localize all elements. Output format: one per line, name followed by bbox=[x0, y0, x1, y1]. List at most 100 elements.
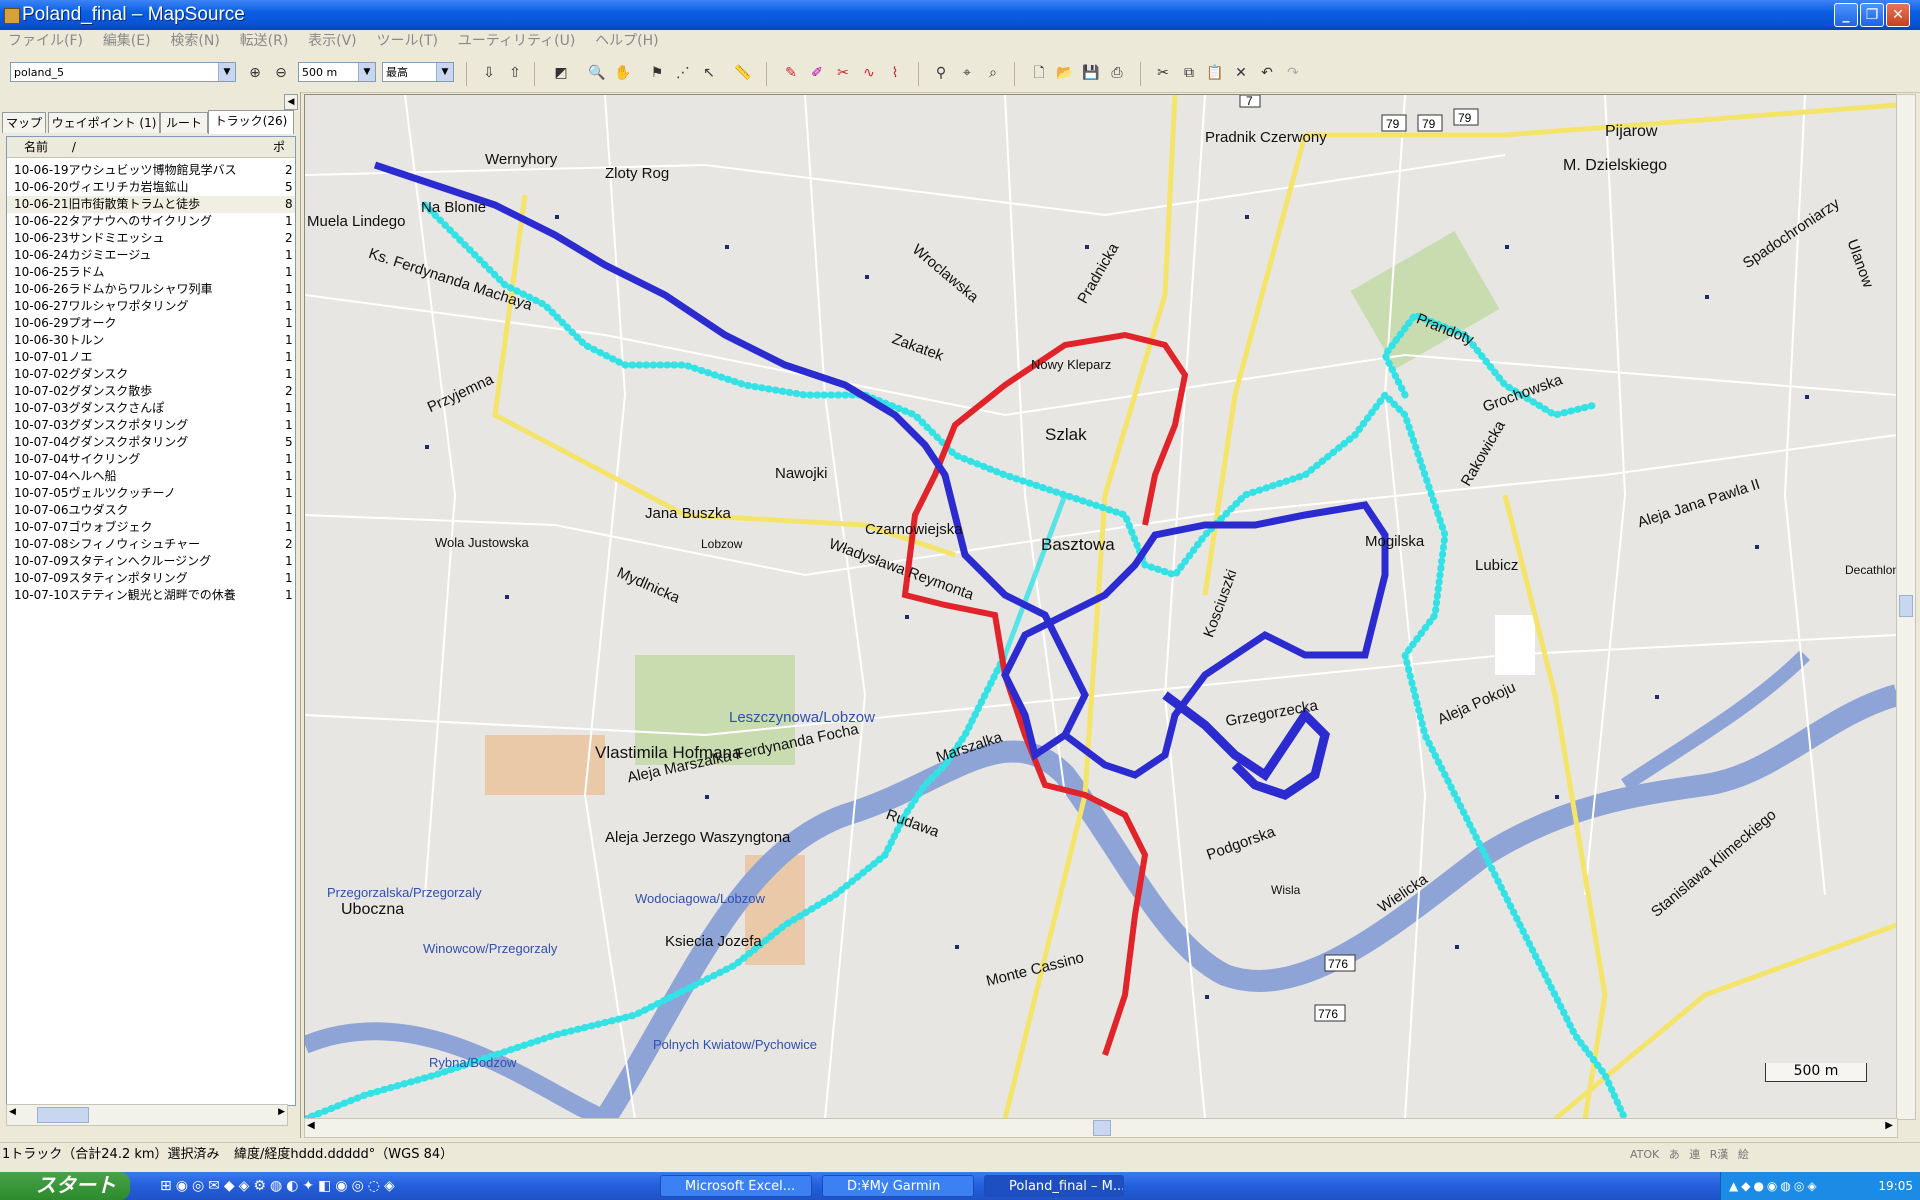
track-list-item[interactable]: 10-06-19アウシュビッツ博物館見学バス 2 bbox=[7, 162, 295, 179]
track-list-item[interactable]: 10-07-09スタティンへクルージング 1 bbox=[7, 553, 295, 570]
find-nearby-icon[interactable]: ⌕ bbox=[984, 64, 1002, 82]
maximize-button[interactable]: ❐ bbox=[1860, 3, 1884, 27]
open-file-icon[interactable]: 📂 bbox=[1056, 64, 1074, 82]
track-erase-icon[interactable]: ✐ bbox=[808, 64, 826, 82]
scroll-thumb[interactable] bbox=[1093, 1120, 1111, 1136]
tab-maps[interactable]: マップ bbox=[2, 112, 46, 133]
send-to-device-icon[interactable]: ⇧ bbox=[506, 64, 524, 82]
track-list-item[interactable]: 10-06-29プオーク 1 bbox=[7, 315, 295, 332]
track-list-item[interactable]: 10-06-23サンドミエッシュ 2 bbox=[7, 230, 295, 247]
track-list-item[interactable]: 10-07-06ユウダスク 1 bbox=[7, 502, 295, 519]
track-list-item[interactable]: 10-07-10ステティン観光と湖畔での休養 1 bbox=[7, 587, 295, 604]
taskbar-mapsource[interactable]: Poland_final – M... bbox=[984, 1175, 1124, 1197]
list-horizontal-scrollbar[interactable]: ◀ ▶ bbox=[6, 1104, 288, 1126]
scroll-left-icon[interactable]: ◀ bbox=[307, 1120, 315, 1131]
track-list-item[interactable]: 10-06-21旧市街散策トラムと徒歩 8 bbox=[7, 196, 295, 213]
minimize-button[interactable]: _ bbox=[1834, 3, 1858, 27]
tab-routes[interactable]: ルート bbox=[160, 112, 208, 133]
track-join-icon[interactable]: ∿ bbox=[860, 64, 878, 82]
menu-file[interactable]: ファイル(F) bbox=[8, 30, 83, 52]
tray-icons[interactable]: ▲◆●◉◍◎◈ bbox=[1729, 1179, 1820, 1193]
close-button[interactable]: ✕ bbox=[1886, 3, 1910, 27]
receive-from-device-icon[interactable]: ⇩ bbox=[480, 64, 498, 82]
menu-edit[interactable]: 編集(E) bbox=[103, 30, 151, 52]
track-list-item[interactable]: 10-07-09スタティンポタリング 1 bbox=[7, 570, 295, 587]
menu-view[interactable]: 表示(V) bbox=[308, 30, 357, 52]
new-file-icon[interactable]: 🗋 bbox=[1030, 64, 1048, 82]
track-list-item[interactable]: 10-07-08シフィノウィシュチャー 2 bbox=[7, 536, 295, 553]
track-list-item[interactable]: 10-06-22タアナウへのサイクリング 1 bbox=[7, 213, 295, 230]
track-blue[interactable] bbox=[373, 161, 1389, 779]
zoom-out-icon[interactable]: ⊖ bbox=[272, 64, 290, 82]
find-places-icon[interactable]: ⌖ bbox=[958, 64, 976, 82]
detail-select[interactable]: 最高 ▼ bbox=[382, 62, 454, 82]
start-button[interactable]: スタート bbox=[0, 1172, 130, 1200]
track-list-item[interactable]: 10-07-07ゴウォブジェク 1 bbox=[7, 519, 295, 536]
mapsource-app-icon[interactable] bbox=[4, 8, 20, 24]
undo-icon[interactable]: ↶ bbox=[1258, 64, 1276, 82]
route-tool-icon[interactable]: ⋰ bbox=[674, 64, 692, 82]
track-list-item[interactable]: 10-06-26ラドムからワルシャワ列車 1 bbox=[7, 281, 295, 298]
hand-tool-icon[interactable]: ✋ bbox=[614, 64, 632, 82]
ime-roman[interactable]: R漢 bbox=[1710, 1148, 1729, 1161]
menu-tools[interactable]: ツール(T) bbox=[376, 30, 437, 52]
print-icon[interactable]: ⎙ bbox=[1108, 64, 1126, 82]
find-icon[interactable]: ⚲ bbox=[932, 64, 950, 82]
map-tool-icon[interactable]: ◩ bbox=[552, 64, 570, 82]
menu-search[interactable]: 検索(N) bbox=[170, 30, 219, 52]
ime-atok[interactable]: ATOK bbox=[1630, 1148, 1659, 1161]
product-select[interactable]: poland_5 ▼ bbox=[10, 62, 236, 82]
distance-tool-icon[interactable]: 📏 bbox=[734, 64, 752, 82]
track-list-item[interactable]: 10-07-03グダンスクポタリング 1 bbox=[7, 417, 295, 434]
paste-icon[interactable]: 📋 bbox=[1206, 64, 1224, 82]
track-split-icon[interactable]: ✂ bbox=[834, 64, 852, 82]
track-list-item[interactable]: 10-07-04サイクリング 1 bbox=[7, 451, 295, 468]
scale-select[interactable]: 500 m ▼ bbox=[298, 62, 376, 82]
scroll-left-icon[interactable]: ◀ bbox=[9, 1107, 16, 1117]
chevron-down-icon[interactable]: ▼ bbox=[436, 63, 453, 81]
scroll-thumb[interactable] bbox=[37, 1107, 89, 1123]
track-list-item[interactable]: 10-07-01ノエ 1 bbox=[7, 349, 295, 366]
cut-icon[interactable]: ✂ bbox=[1154, 64, 1172, 82]
delete-icon[interactable]: ✕ bbox=[1232, 64, 1250, 82]
track-list-item[interactable]: 10-06-20ヴィエリチカ岩塩鉱山 5 bbox=[7, 179, 295, 196]
waypoint-tool-icon[interactable]: ⚑ bbox=[648, 64, 666, 82]
track-filter-icon[interactable]: ⌇ bbox=[886, 64, 904, 82]
chevron-down-icon[interactable]: ▼ bbox=[358, 63, 375, 81]
scroll-right-icon[interactable]: ▶ bbox=[1885, 1120, 1893, 1131]
taskbar-excel[interactable]: Microsoft Excel... bbox=[660, 1175, 812, 1197]
menu-utilities[interactable]: ユーティリティ(U) bbox=[458, 30, 576, 52]
scroll-right-icon[interactable]: ▶ bbox=[278, 1107, 285, 1117]
track-list-item[interactable]: 10-06-25ラドム 1 bbox=[7, 264, 295, 281]
save-icon[interactable]: 💾 bbox=[1082, 64, 1100, 82]
quick-launch-icons[interactable]: ⊞◉◎✉◆◈⚙◍◐✦◧◉◎◌◈ bbox=[160, 1178, 399, 1194]
track-list-item[interactable]: 10-06-24カジミエージュ 1 bbox=[7, 247, 295, 264]
ime-mode[interactable]: あ bbox=[1669, 1148, 1680, 1161]
track-list-item[interactable]: 10-07-04グダンスクポタリング 5 bbox=[7, 434, 295, 451]
track-list-item[interactable]: 10-07-04ヘルへ船 1 bbox=[7, 468, 295, 485]
menu-help[interactable]: ヘルプ(H) bbox=[595, 30, 658, 52]
ime-emoji[interactable]: 絵 bbox=[1738, 1148, 1749, 1161]
track-list-item[interactable]: 10-07-02グダンスク散歩 2 bbox=[7, 383, 295, 400]
column-header-name[interactable]: 名前 bbox=[24, 140, 48, 154]
collapse-panel-icon[interactable]: ◀ bbox=[284, 94, 298, 110]
redo-icon[interactable]: ↷ bbox=[1284, 64, 1302, 82]
track-list-item[interactable]: 10-06-27ワルシャワポタリング 1 bbox=[7, 298, 295, 315]
map-view[interactable]: 79 79 79 7 776 776 Wernyhory Zloty Rog N… bbox=[304, 94, 1898, 1120]
menu-transfer[interactable]: 転送(R) bbox=[240, 30, 289, 52]
track-list-item[interactable]: 10-07-05ヴェルツクッチーノ 1 bbox=[7, 485, 295, 502]
tab-tracks[interactable]: トラック(26) bbox=[208, 110, 294, 134]
map-vertical-scrollbar[interactable] bbox=[1896, 94, 1916, 1120]
map-horizontal-scrollbar[interactable]: ◀ ▶ bbox=[304, 1118, 1898, 1138]
zoom-tool-icon[interactable]: 🔍 bbox=[588, 64, 606, 82]
scroll-thumb[interactable] bbox=[1899, 595, 1913, 617]
map-canvas[interactable]: 79 79 79 7 776 776 bbox=[305, 95, 1897, 1119]
column-header-points[interactable]: ポ bbox=[273, 137, 285, 157]
track-list-item[interactable]: 10-06-30トルン 1 bbox=[7, 332, 295, 349]
selection-tool-icon[interactable]: ↖ bbox=[700, 64, 718, 82]
taskbar-explorer[interactable]: D:¥My Garmin bbox=[822, 1175, 974, 1197]
tab-waypoints[interactable]: ウェイポイント (1) bbox=[48, 112, 160, 133]
track-draw-icon[interactable]: ✎ bbox=[782, 64, 800, 82]
zoom-in-icon[interactable]: ⊕ bbox=[246, 64, 264, 82]
track-list-item[interactable]: 10-07-02グダンスク 1 bbox=[7, 366, 295, 383]
